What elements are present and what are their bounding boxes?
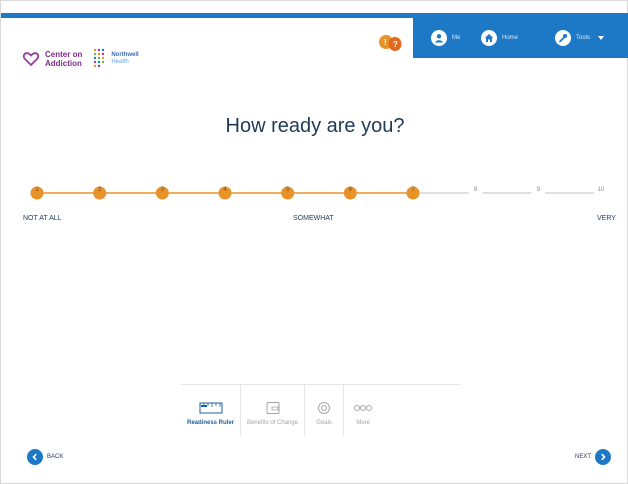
tab-benefits-of-change[interactable]: Benefits of Change — [241, 385, 306, 436]
chevron-down-icon — [598, 36, 605, 40]
logo-text: Center on Addiction — [45, 50, 82, 68]
home-button[interactable]: Home — [481, 30, 518, 46]
tools-menu-button[interactable]: Tools — [555, 30, 605, 46]
ruler-track — [30, 186, 608, 200]
app-frame: Center on Addiction Northwell Health ! ? — [0, 0, 628, 484]
partner-line-1: Northwell — [111, 52, 139, 58]
tab-label: Goals — [316, 420, 332, 426]
logo-line-1: Center on — [45, 50, 83, 59]
ruler-low-label: NOT AT ALL — [23, 215, 62, 222]
chat-bubbles-icon[interactable]: ! ? — [377, 31, 403, 55]
tab-label: More — [356, 420, 370, 426]
ruler-point-label: 10 — [597, 187, 605, 193]
chevron-right-icon — [595, 449, 611, 465]
tab-goals[interactable]: Goals — [305, 385, 345, 436]
next-label: NEXT — [574, 454, 591, 460]
ruler-point-label: 9 — [536, 187, 540, 193]
partner-logo: Northwell Health — [92, 47, 139, 71]
ruler-high-label: VERY — [597, 215, 616, 222]
back-label: BACK — [47, 454, 64, 460]
ruler-point-label: 2 — [97, 187, 102, 193]
wrench-icon — [555, 30, 571, 46]
tool-tabs: Readiness Ruler Benefits of Change Goals… — [181, 384, 461, 436]
svg-text:?: ? — [393, 40, 398, 49]
logo: Center on Addiction Northwell Health — [23, 47, 139, 71]
wallet-icon — [266, 402, 280, 414]
ruler-point-label: 6 — [348, 187, 352, 193]
page-title: How ready are you? — [225, 115, 405, 137]
heart-icon — [23, 52, 39, 66]
partner-line-2: Health — [111, 59, 129, 65]
home-label: Home — [502, 35, 519, 41]
tab-label: Benefits of Change — [247, 420, 299, 426]
readiness-ruler[interactable]: 1 2 3 4 5 6 7 8 9 10 — [1, 181, 628, 205]
partner-text: Northwell Health — [111, 52, 138, 66]
svg-text:!: ! — [384, 38, 387, 47]
ruler-point-label: 1 — [35, 187, 39, 193]
user-icon — [431, 30, 447, 46]
ruler-point-label: 4 — [223, 187, 227, 193]
tab-readiness-ruler[interactable]: Readiness Ruler — [181, 385, 242, 436]
tools-label: Tools — [576, 35, 591, 41]
ruler-icon — [199, 402, 223, 414]
home-icon — [481, 30, 497, 46]
more-icon — [354, 404, 373, 412]
profile-button[interactable]: Me — [431, 30, 460, 46]
ruler-point-label: 7 — [411, 187, 415, 193]
partner-dots-icon — [94, 48, 105, 68]
tab-more[interactable]: More — [344, 385, 382, 436]
chevron-left-icon — [27, 449, 43, 465]
ruler-point-label: 5 — [285, 187, 290, 193]
ruler-point-label: 8 — [473, 187, 478, 193]
profile-label: Me — [452, 35, 461, 41]
logo-line-2: Addiction — [45, 59, 82, 68]
target-icon — [318, 402, 331, 414]
back-button[interactable]: BACK — [27, 449, 63, 465]
top-nav: Me Home Tools — [413, 18, 628, 58]
ruler-point-label: 3 — [160, 187, 164, 193]
ruler-mid-label: SOMEWHAT — [293, 215, 334, 222]
tab-label: Readiness Ruler — [187, 420, 235, 426]
next-button[interactable]: NEXT — [575, 449, 611, 465]
